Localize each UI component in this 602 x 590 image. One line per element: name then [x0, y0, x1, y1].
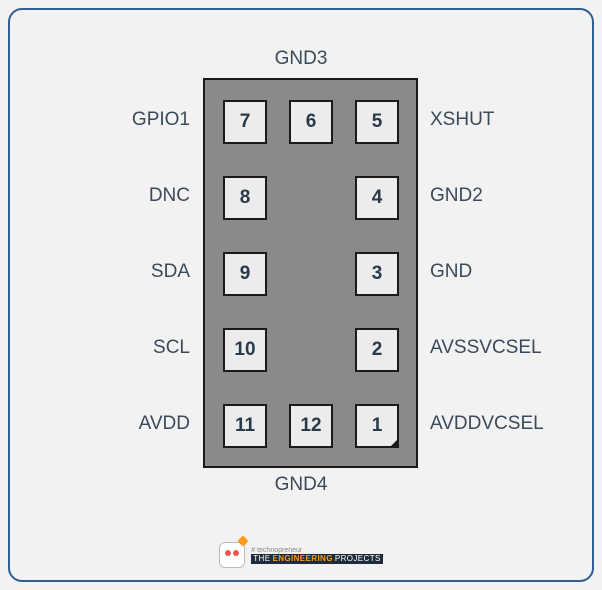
pin-2: 2	[355, 328, 399, 372]
pin-1: 1	[355, 404, 399, 448]
diagram-frame: GND3 GND4 7 6 5 4 3 2 11 12 1 8 9 10 GPI…	[8, 8, 594, 582]
label-dnc: DNC	[70, 185, 190, 207]
pin-11: 11	[223, 404, 267, 448]
chip-body: 7 6 5 4 3 2 11 12 1 8 9 10	[203, 78, 418, 468]
pin-12: 12	[289, 404, 333, 448]
label-scl: SCL	[70, 337, 190, 359]
label-sda: SDA	[70, 261, 190, 283]
label-avdd: AVDD	[70, 413, 190, 435]
pin-8: 8	[223, 176, 267, 220]
label-gnd: GND	[430, 261, 472, 283]
bottom-net-label: GND4	[10, 474, 592, 496]
logo-robot-icon	[219, 542, 245, 568]
label-gpio1: GPIO1	[70, 109, 190, 131]
label-gnd2: GND2	[430, 185, 483, 207]
logo-wordmark: THE ENGINEERING PROJECTS	[251, 554, 383, 564]
pin-6: 6	[289, 100, 333, 144]
label-avssvcsel: AVSSVCSEL	[430, 337, 542, 359]
label-avddvcsel: AVDDVCSEL	[430, 413, 544, 435]
logo-tagline: # technopreneur	[251, 547, 383, 554]
watermark-logo: # technopreneur THE ENGINEERING PROJECTS	[10, 542, 592, 568]
pin-4: 4	[355, 176, 399, 220]
top-net-label: GND3	[10, 48, 592, 70]
pin-9: 9	[223, 252, 267, 296]
pin-5: 5	[355, 100, 399, 144]
pin-3: 3	[355, 252, 399, 296]
pin-7: 7	[223, 100, 267, 144]
pin-10: 10	[223, 328, 267, 372]
label-xshut: XSHUT	[430, 109, 494, 131]
